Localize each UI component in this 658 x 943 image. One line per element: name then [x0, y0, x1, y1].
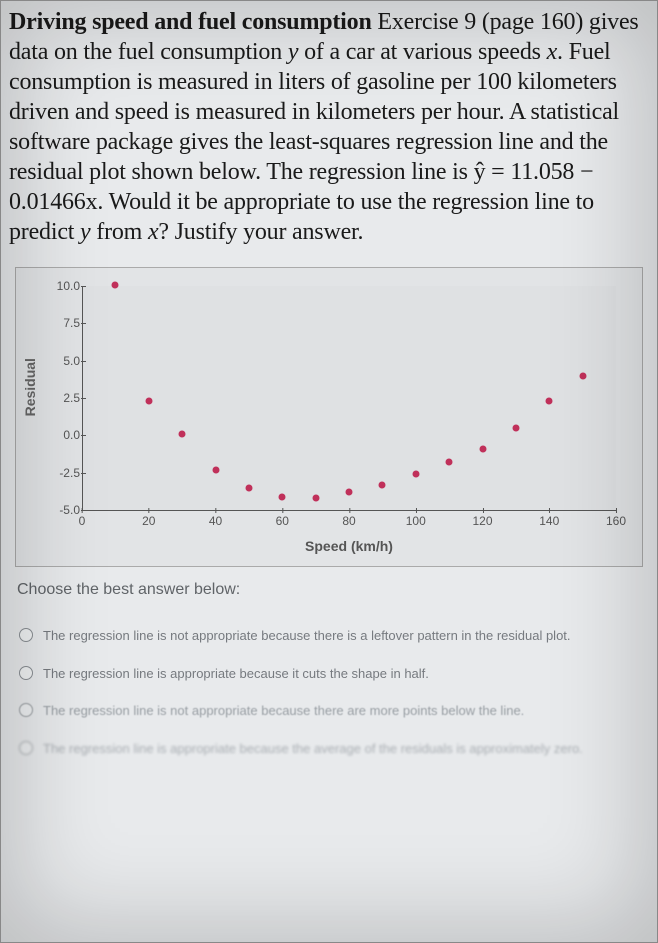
- radio-icon[interactable]: [19, 628, 33, 642]
- data-point: [279, 493, 286, 500]
- data-point: [479, 445, 486, 452]
- radio-icon[interactable]: [19, 666, 33, 680]
- answer-options: The regression line is not appropriate b…: [15, 617, 643, 767]
- option-c[interactable]: The regression line is not appropriate b…: [15, 692, 643, 730]
- x-tick: 60: [276, 514, 289, 528]
- data-point: [112, 281, 119, 288]
- y-tick: -2.5: [50, 466, 80, 480]
- x-tick: 160: [606, 514, 626, 528]
- choose-prompt: Choose the best answer below:: [17, 581, 641, 599]
- option-label: The regression line is not appropriate b…: [43, 627, 571, 645]
- data-point: [179, 430, 186, 437]
- data-point: [212, 466, 219, 473]
- data-point: [446, 459, 453, 466]
- radio-icon[interactable]: [19, 703, 33, 717]
- chart-inner: Residual Speed (km/h) -5.0 -2.5 0.0 2.5 5.0 7…: [24, 278, 634, 558]
- y-tick: 7.5: [50, 316, 80, 330]
- data-point: [412, 471, 419, 478]
- data-point: [379, 481, 386, 488]
- x-tick: 0: [79, 514, 86, 528]
- data-point: [312, 495, 319, 502]
- option-label: The regression line is appropriate becau…: [43, 740, 583, 758]
- data-point: [145, 397, 152, 404]
- y-tick: 2.5: [50, 391, 80, 405]
- x-axis-label: Speed (km/h): [82, 538, 616, 554]
- x-tick: 40: [209, 514, 222, 528]
- x-tick: 120: [472, 514, 492, 528]
- option-label: The regression line is appropriate becau…: [43, 665, 429, 683]
- question-text: Driving speed and fuel consumption Exerc…: [1, 1, 657, 259]
- option-b[interactable]: The regression line is appropriate becau…: [15, 655, 643, 693]
- x-tick: 140: [539, 514, 559, 528]
- y-tick: 5.0: [50, 354, 80, 368]
- x-tick: 80: [342, 514, 355, 528]
- question-title: Driving speed and fuel consumption: [9, 9, 372, 35]
- worksheet-page: Driving speed and fuel consumption Exerc…: [0, 0, 658, 943]
- x-tick: 20: [142, 514, 155, 528]
- data-point: [546, 397, 553, 404]
- data-point: [245, 484, 252, 491]
- option-label: The regression line is not appropriate b…: [43, 702, 524, 720]
- data-point: [579, 372, 586, 379]
- y-tick: 10.0: [50, 279, 80, 293]
- y-tick: 0.0: [50, 428, 80, 442]
- residual-plot: Residual Speed (km/h) -5.0 -2.5 0.0 2.5 5.0 7…: [15, 267, 643, 567]
- plot-area: [82, 286, 616, 510]
- y-tick: -5.0: [50, 503, 80, 517]
- data-point: [512, 424, 519, 431]
- y-axis-label: Residual: [22, 358, 38, 416]
- data-point: [346, 489, 353, 496]
- option-a[interactable]: The regression line is not appropriate b…: [15, 617, 643, 655]
- x-tick: 100: [406, 514, 426, 528]
- option-d[interactable]: The regression line is appropriate becau…: [15, 730, 643, 768]
- radio-icon[interactable]: [19, 741, 33, 755]
